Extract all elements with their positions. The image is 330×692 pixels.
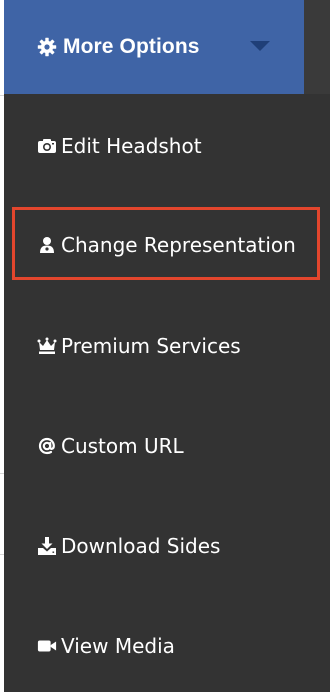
camera-icon xyxy=(37,136,57,156)
page: More Options Edit Headshot Change Repres… xyxy=(0,0,330,692)
menu-item-label: Download Sides xyxy=(61,534,221,558)
menu-item-premium-services[interactable]: Premium Services xyxy=(4,296,330,396)
more-options-toggle-button[interactable]: More Options xyxy=(4,0,304,94)
crown-icon xyxy=(37,336,57,356)
header-edge xyxy=(304,0,330,94)
more-options-dropdown-menu: More Options Edit Headshot Change Repres… xyxy=(4,0,330,692)
menu-item-label: Change Representation xyxy=(61,233,296,257)
gear-icon xyxy=(36,36,58,58)
more-options-label: More Options xyxy=(63,35,200,58)
menu-item-label: Edit Headshot xyxy=(61,134,202,158)
menu-item-label: View Media xyxy=(61,634,175,658)
menu-item-download-sides[interactable]: Download Sides xyxy=(4,496,330,596)
video-camera-icon xyxy=(37,636,57,656)
user-icon xyxy=(37,235,57,255)
download-icon xyxy=(37,536,57,556)
menu-item-custom-url[interactable]: Custom URL xyxy=(4,396,330,496)
at-sign-icon xyxy=(37,436,57,456)
menu-item-change-representation[interactable]: Change Representation xyxy=(4,195,330,295)
menu-item-edit-headshot[interactable]: Edit Headshot xyxy=(4,96,330,196)
caret-down-icon xyxy=(250,41,270,51)
menu-item-view-media[interactable]: View Media xyxy=(4,596,330,692)
menu-item-label: Premium Services xyxy=(61,334,241,358)
menu-item-label: Custom URL xyxy=(61,434,184,458)
